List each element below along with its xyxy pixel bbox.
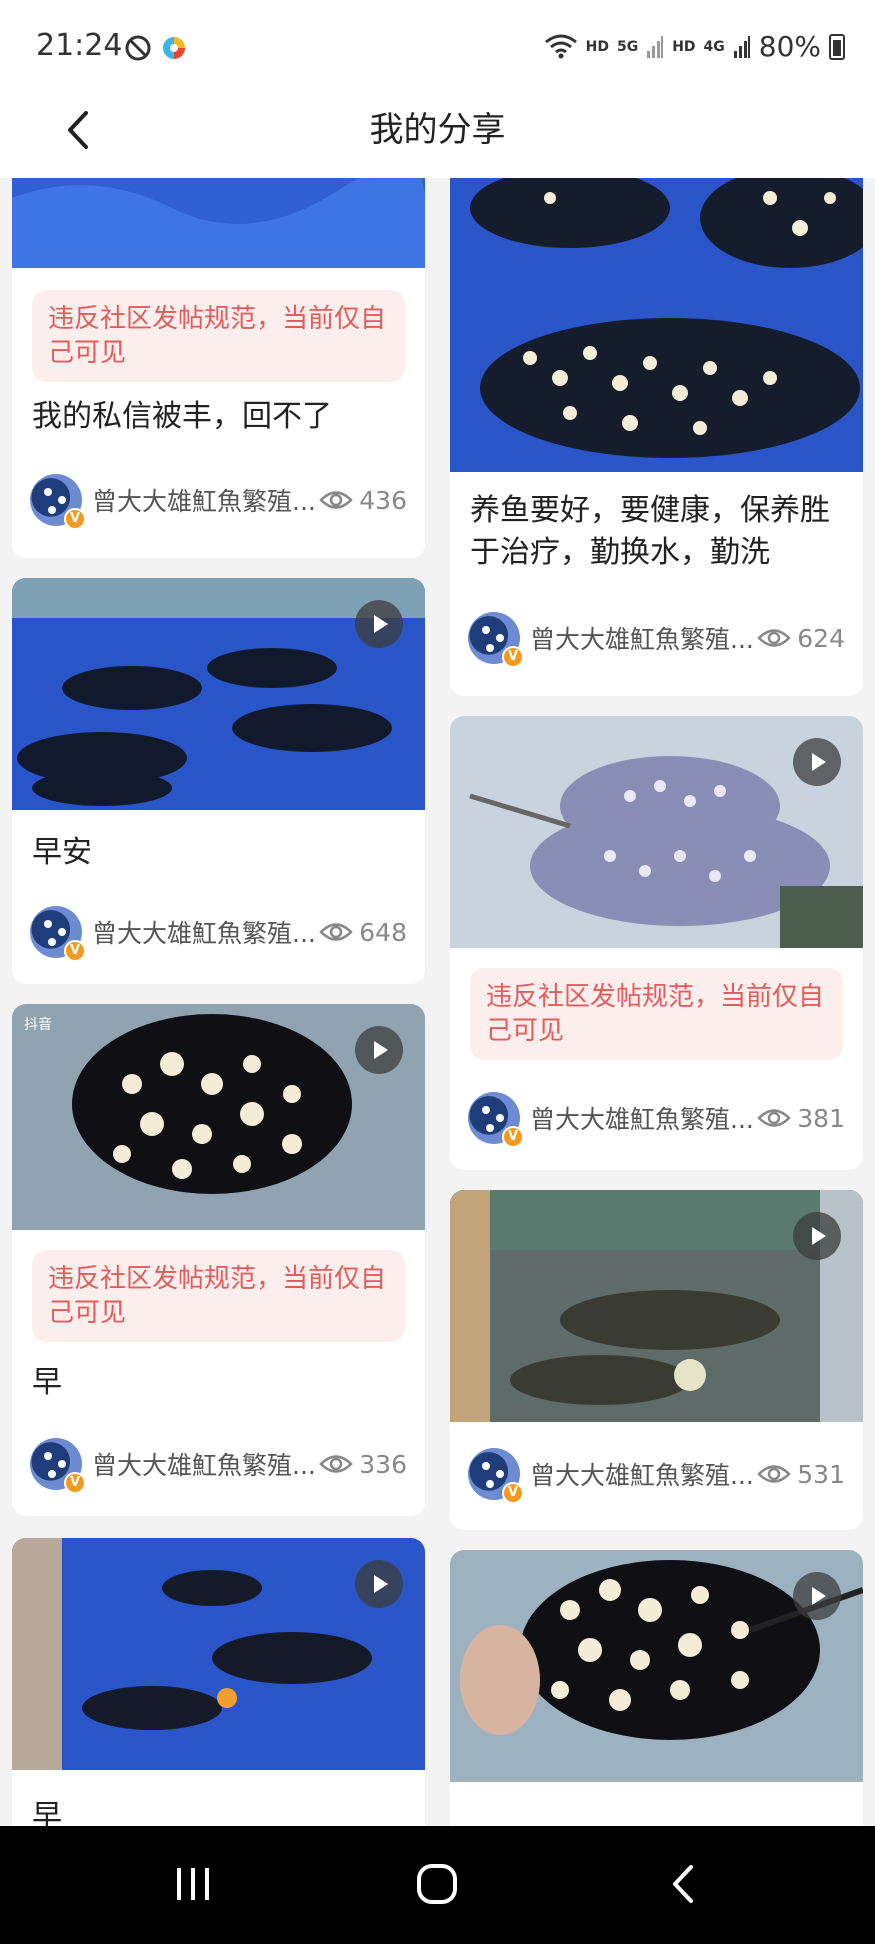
author-row: V 曾大大雄魟魚繁殖... 436 — [30, 472, 407, 530]
violation-notice: 违反社区发帖规范，当前仅自己可见 — [32, 290, 405, 382]
play-icon[interactable] — [793, 1572, 841, 1620]
verified-badge-icon: V — [64, 508, 86, 530]
view-count: 531 — [757, 1460, 845, 1489]
status-right: HD 5G HD 4G 80% — [544, 30, 845, 63]
author-name: 曾大大雄魟魚繁殖... — [530, 1105, 754, 1134]
title-bar: 我的分享 — [0, 80, 875, 178]
post-title: 养鱼要好，要健康，保养胜于治疗，勤换水，勤洗 — [470, 493, 830, 570]
post-card[interactable]: 早 — [12, 1538, 425, 1828]
eye-icon — [319, 491, 354, 509]
author-name: 曾大大雄魟魚繁殖... — [92, 919, 316, 948]
post-card[interactable] — [450, 1550, 863, 1828]
post-card[interactable]: 违反社区发帖规范，当前仅自己可见 我的私信被丰，回不了 V 曾大大雄魟魚繁殖..… — [12, 178, 425, 558]
verified-badge-icon: V — [502, 1482, 524, 1504]
wifi-icon — [544, 34, 577, 58]
play-icon[interactable] — [793, 1212, 841, 1260]
home-button[interactable] — [402, 1854, 472, 1914]
nav-back-button[interactable] — [648, 1854, 718, 1914]
author-name: 曾大大雄魟魚繁殖... — [92, 487, 316, 516]
battery-level: 80% — [758, 30, 821, 63]
post-title: 早安 — [32, 835, 92, 870]
violation-notice: 违反社区发帖规范，当前仅自己可见 — [470, 968, 843, 1060]
recent-apps-button[interactable] — [158, 1854, 228, 1914]
network-4g-label: 4G — [703, 38, 725, 55]
eye-icon — [757, 629, 792, 647]
nav-back-icon — [673, 1865, 693, 1903]
app-logo-icon — [163, 37, 185, 59]
blocked-icon — [125, 35, 151, 61]
author-row: V 曾大大雄魟魚繁殖... 336 — [30, 1436, 407, 1494]
play-icon[interactable] — [793, 738, 841, 786]
eye-icon — [757, 1109, 792, 1127]
author-name: 曾大大雄魟魚繁殖... — [92, 1451, 316, 1480]
system-nav-bar — [0, 1826, 875, 1944]
play-icon[interactable] — [355, 1026, 403, 1074]
hd-label-2: HD — [672, 38, 696, 55]
verified-badge-icon: V — [64, 1472, 86, 1494]
violation-notice: 违反社区发帖规范，当前仅自己可见 — [32, 1250, 405, 1342]
view-count-value: 648 — [359, 917, 407, 947]
play-icon[interactable] — [355, 1560, 403, 1608]
post-card[interactable]: 抖音 违反社区发帖规范，当前仅自己可见 早 V 曾大大雄魟魚繁殖... 336 — [12, 1004, 425, 1516]
post-title: 早 — [32, 1365, 62, 1400]
share-feed[interactable]: 违反社区发帖规范，当前仅自己可见 我的私信被丰，回不了 V 曾大大雄魟魚繁殖..… — [0, 178, 875, 1828]
eye-icon — [319, 923, 354, 941]
view-count: 648 — [319, 918, 407, 947]
menu-icon — [177, 1868, 209, 1900]
verified-badge-icon: V — [64, 940, 86, 962]
view-count-value: 531 — [797, 1459, 845, 1489]
author-row: V 曾大大雄魟魚繁殖... 381 — [468, 1090, 845, 1148]
network-5g-label: 5G — [616, 38, 639, 55]
view-count: 381 — [757, 1104, 845, 1133]
verified-badge-icon: V — [502, 646, 524, 668]
view-count-value: 436 — [359, 485, 407, 515]
watermark-text: 抖音 — [24, 1017, 52, 1033]
author-name: 曾大大雄魟魚繁殖... — [530, 1461, 754, 1490]
signal-icon — [647, 35, 664, 58]
verified-badge-icon: V — [502, 1126, 524, 1148]
author-row: V 曾大大雄魟魚繁殖... 531 — [468, 1446, 845, 1504]
author-row: V 曾大大雄魟魚繁殖... 648 — [30, 904, 407, 962]
page-title: 我的分享 — [369, 110, 506, 150]
play-icon[interactable] — [355, 600, 403, 648]
author-row: V 曾大大雄魟魚繁殖... 624 — [468, 610, 845, 668]
avatar: V — [30, 906, 86, 962]
view-count: 336 — [319, 1450, 407, 1479]
avatar: V — [30, 1438, 86, 1494]
post-card[interactable]: 养鱼要好，要健康，保养胜于治疗，勤换水，勤洗 V 曾大大雄魟魚繁殖... 624 — [450, 178, 863, 696]
view-count-value: 381 — [797, 1103, 845, 1133]
eye-icon — [319, 1455, 354, 1473]
author-name: 曾大大雄魟魚繁殖... — [530, 625, 754, 654]
battery-icon — [829, 33, 845, 60]
post-image — [450, 178, 863, 472]
signal-icon-2 — [733, 35, 750, 58]
avatar: V — [468, 1448, 524, 1504]
status-time: 21:24 — [36, 28, 123, 63]
post-title: 早 — [32, 1799, 62, 1828]
eye-icon — [757, 1465, 792, 1483]
avatar: V — [30, 474, 86, 530]
home-icon — [417, 1864, 457, 1904]
avatar: V — [468, 612, 524, 668]
view-count-value: 336 — [359, 1449, 407, 1479]
post-card[interactable]: 早安 V 曾大大雄魟魚繁殖... 648 — [12, 578, 425, 984]
post-title: 我的私信被丰，回不了 — [32, 399, 332, 434]
view-count: 624 — [757, 624, 845, 653]
view-count: 436 — [319, 486, 407, 515]
post-card[interactable]: 违反社区发帖规范，当前仅自己可见 V 曾大大雄魟魚繁殖... 381 — [450, 716, 863, 1170]
post-image — [12, 178, 425, 268]
view-count-value: 624 — [797, 623, 845, 653]
avatar: V — [468, 1092, 524, 1148]
hd-label-1: HD — [585, 38, 609, 55]
status-app-icons — [124, 34, 188, 62]
post-card[interactable]: V 曾大大雄魟魚繁殖... 531 — [450, 1190, 863, 1530]
